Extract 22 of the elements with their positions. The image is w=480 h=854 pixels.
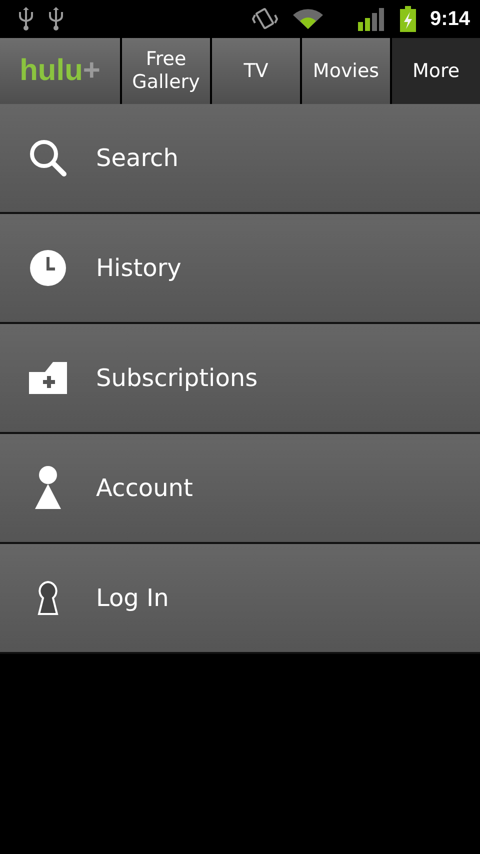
folder-plus-icon <box>29 362 67 394</box>
usb-icon <box>18 6 34 32</box>
usb-icon <box>48 6 64 32</box>
wifi-icon <box>292 7 324 31</box>
clock-icon <box>29 249 67 287</box>
signal-icon <box>358 7 386 31</box>
hulu-logo: hulu+ <box>0 38 120 104</box>
nav-tab[interactable]: More <box>392 38 480 104</box>
keyhole-icon <box>36 580 60 616</box>
person-icon <box>34 466 62 510</box>
nav-tab[interactable]: TV <box>212 38 300 104</box>
clock-time: 9:14 <box>430 8 470 30</box>
menu-item[interactable]: Log In <box>0 544 480 654</box>
nav-tab[interactable]: Movies <box>302 38 390 104</box>
menu-item[interactable]: History <box>0 214 480 324</box>
battery-charging-icon <box>400 6 416 32</box>
menu-item[interactable]: Account <box>0 434 480 544</box>
nav-tab[interactable]: Free Gallery <box>122 38 210 104</box>
menu-item[interactable]: Search <box>0 104 480 214</box>
menu-item[interactable]: Subscriptions <box>0 324 480 434</box>
vibrate-icon <box>252 6 278 32</box>
search-icon <box>28 138 68 178</box>
